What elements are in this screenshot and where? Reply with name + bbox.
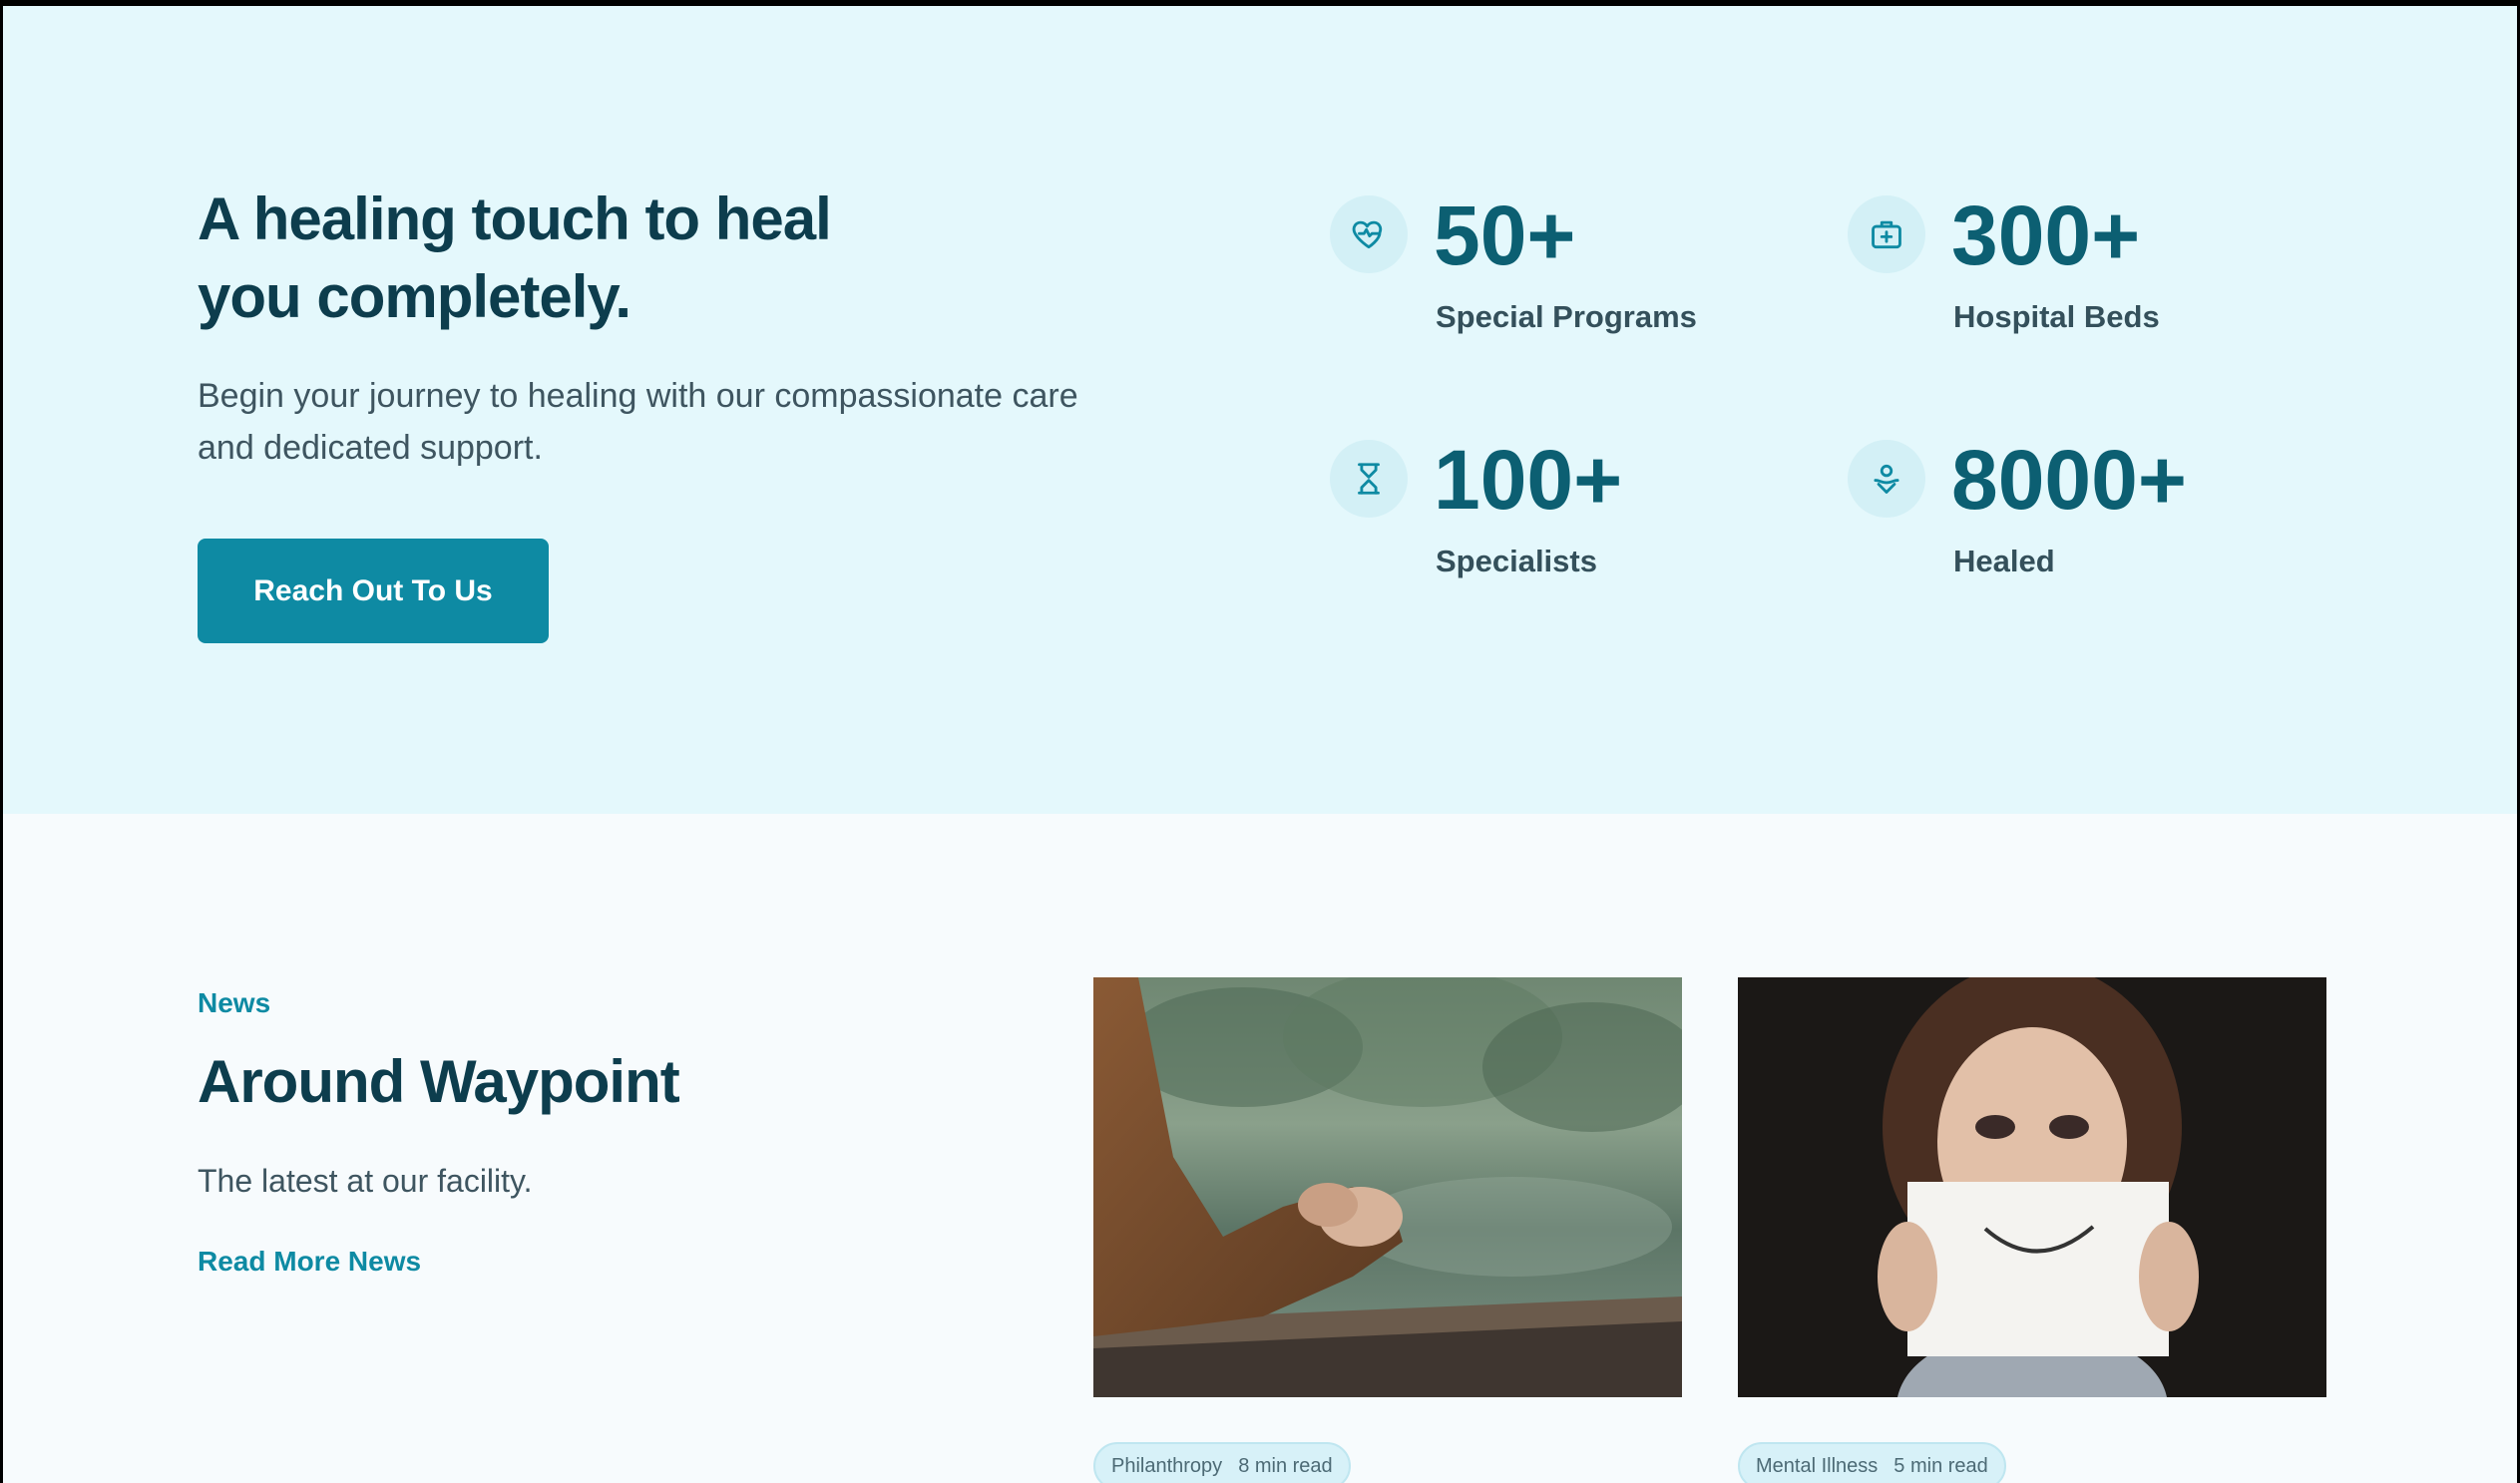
stat-value: 100+ [1434, 433, 1623, 527]
page: A healing touch to heal you completely. … [3, 6, 2517, 1483]
read-time: 8 min read [1238, 1454, 1333, 1477]
hero-subtitle: Begin your journey to healing with our c… [198, 370, 1195, 474]
reach-out-button[interactable]: Reach Out To Us [198, 539, 549, 643]
category-tag[interactable]: Mental Illness [1756, 1455, 1878, 1478]
medical-kit-icon [1848, 195, 1925, 273]
hero-title-line2: you completely. [198, 263, 631, 330]
stat-special-programs: 50+ Special Programs [1330, 185, 1809, 385]
hero-subtitle-line1: Begin your journey to healing with our c… [198, 377, 1078, 415]
read-time: 5 min read [1893, 1454, 1988, 1477]
stat-specialists: 100+ Specialists [1330, 430, 1809, 629]
category-tag[interactable]: Philanthropy [1111, 1455, 1222, 1478]
hero-section: A healing touch to heal you completely. … [3, 6, 2517, 814]
read-more-news-link[interactable]: Read More News [198, 1246, 421, 1278]
hero-title-line1: A healing touch to heal [198, 185, 832, 252]
stat-value: 8000+ [1951, 433, 2187, 527]
heart-hand-icon [1848, 440, 1925, 518]
woman-holding-smile-paper-photo[interactable] [1738, 977, 2326, 1397]
news-title: Around Waypoint [198, 1048, 680, 1115]
news-card-philanthropy[interactable]: Philanthropy 8 min read [1093, 977, 1682, 1483]
stat-label: Special Programs [1436, 299, 1697, 334]
hero-title: A healing touch to heal you completely. [198, 181, 1095, 336]
stat-label: Hospital Beds [1953, 299, 2160, 334]
stat-value: 50+ [1434, 188, 1576, 282]
clasped-hands-lake-photo[interactable] [1093, 977, 1682, 1397]
news-eyebrow: News [198, 987, 271, 1018]
stat-label: Specialists [1436, 544, 1597, 578]
stat-healed: 8000+ Healed [1848, 430, 2326, 629]
hourglass-icon [1330, 440, 1408, 518]
heart-pulse-icon [1330, 195, 1408, 273]
news-subtitle: The latest at our facility. [198, 1163, 533, 1199]
news-card-mental-illness[interactable]: Mental Illness 5 min read [1738, 977, 2326, 1483]
stat-label: Healed [1953, 544, 2055, 578]
card-tags: Mental Illness 5 min read [1738, 1442, 2006, 1483]
stat-value: 300+ [1951, 188, 2141, 282]
hero-subtitle-line2: and dedicated support. [198, 429, 543, 467]
card-tags: Philanthropy 8 min read [1093, 1442, 1351, 1483]
stat-hospital-beds: 300+ Hospital Beds [1848, 185, 2326, 385]
